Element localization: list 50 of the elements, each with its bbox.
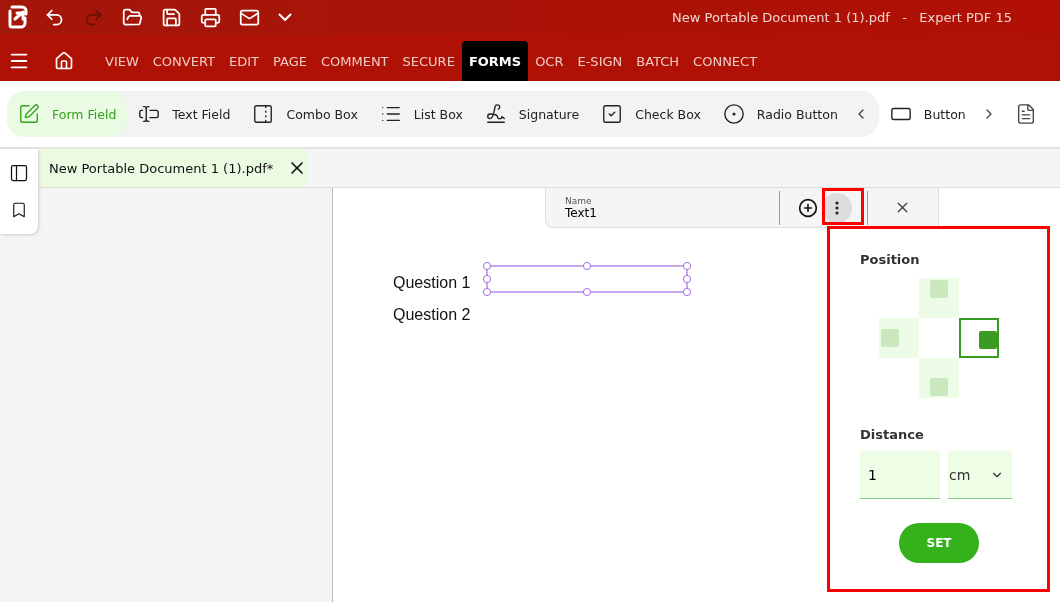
bookmark-icon[interactable] [10,201,28,219]
name-label: Name [565,195,593,206]
panel-icon[interactable] [9,163,29,183]
toolbar-button[interactable]: Combo Box [241,91,369,137]
ribbon-tab[interactable]: VIEW [98,41,146,81]
toolbar-button[interactable]: Text Field [127,91,242,137]
printer-icon [200,6,221,28]
ribbon-tab[interactable]: FORMS [461,41,529,81]
document-tab[interactable]: New Portable Document 1 (1).pdf* [40,149,307,187]
toolbar-button[interactable]: Radio Button [711,91,849,137]
question-text: Question 2 [393,306,471,324]
radio-icon [722,103,745,125]
ribbon-tab[interactable]: OCR [528,41,571,81]
unit-dropdown[interactable]: cm [948,451,1012,499]
toolbar-button[interactable]: Button [878,91,977,137]
window-title: New Portable Document 1 (1).pdf - Expert PDF 15 [672,9,1012,25]
distance-field[interactable]: 1 [860,451,940,499]
folder-icon [122,6,143,28]
toolbar-button[interactable]: Check Box [590,91,712,137]
ribbon-tab[interactable]: CONNECT [686,41,765,81]
ribbon-tab[interactable]: COMMENT [313,41,396,81]
toolbar-button[interactable]: List Box [368,91,474,137]
ribbon-tab[interactable]: SECURE [395,41,462,81]
chevron-down-icon [278,13,292,21]
position-label: Position [860,252,921,267]
ribbon-tab[interactable]: EDIT [221,41,266,81]
combo-icon [252,103,275,125]
text-cursor-icon [138,103,161,125]
ribbon-tab[interactable]: BATCH [629,41,687,81]
distance-label: Distance [860,427,925,442]
home-icon [54,51,74,71]
document-tab-title: New Portable Document 1 (1).pdf* [49,160,274,176]
toolbar-button[interactable]: Form Field [7,91,128,137]
position-option[interactable] [959,318,999,358]
ribbon-tab[interactable]: CONVERT [145,41,222,81]
selected-form-field[interactable] [483,262,693,296]
save-icon [161,6,182,28]
set-button[interactable]: SET [899,523,979,563]
chevron-down-button[interactable] [276,11,294,23]
toolbar-button[interactable]: Signature [473,91,591,137]
ribbon-tab[interactable]: E-SIGN [570,41,630,81]
name-value: Text1 [565,205,598,220]
question-text: Question 1 [393,274,471,292]
pen-field-icon [18,103,40,125]
add-icon[interactable] [798,197,818,218]
checkbox-icon [601,103,624,125]
more-icon [835,200,839,215]
signature-icon [484,103,507,125]
app-logo [8,5,28,29]
ribbon-tab[interactable]: PAGE [265,41,314,81]
